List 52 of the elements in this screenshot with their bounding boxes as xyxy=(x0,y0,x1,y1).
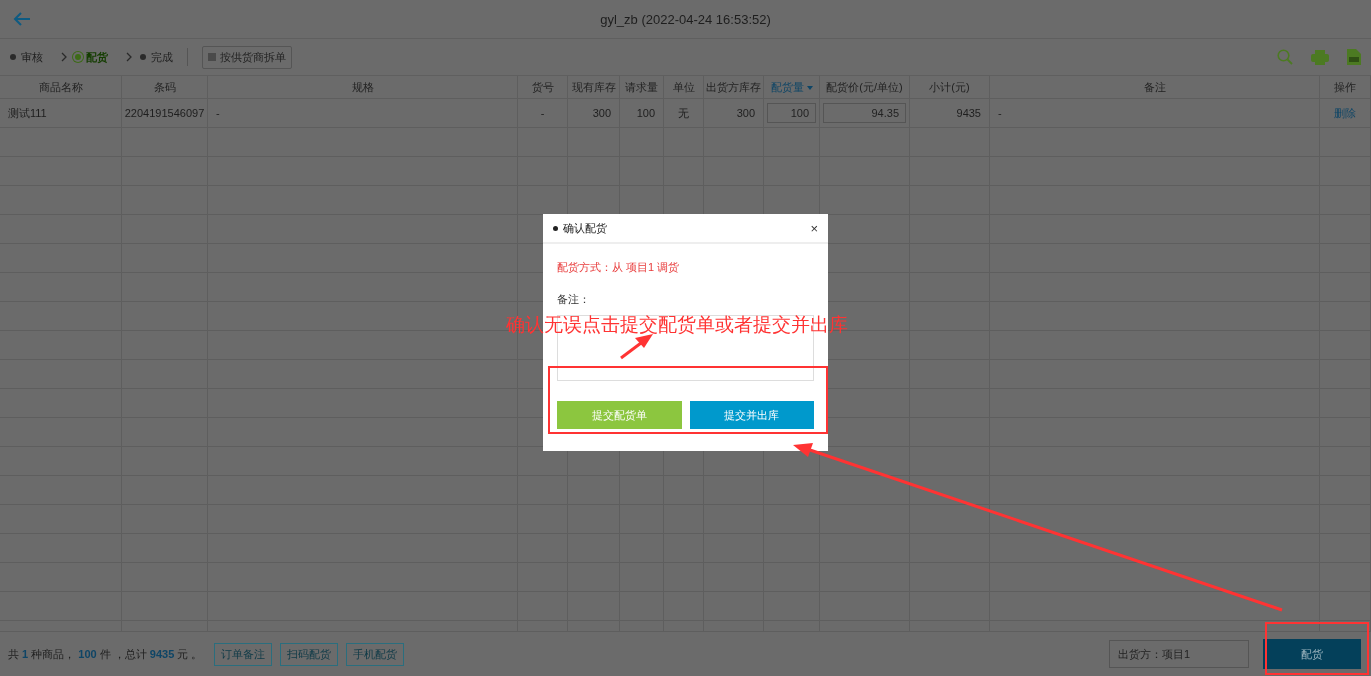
column-header: 货号 xyxy=(531,79,554,95)
step-item: 配货 xyxy=(75,49,108,65)
footer-button[interactable]: 手机配货 xyxy=(346,642,405,666)
sortable-column-header[interactable]: 配货量 xyxy=(770,79,813,95)
column-header: 配货价(元/单位) xyxy=(826,79,903,95)
order-summary: 共 1 种商品， 100 件 ，总计 9435 元 。 xyxy=(8,646,203,662)
search-icon[interactable] xyxy=(1277,49,1293,65)
footer-button[interactable]: 订单备注 xyxy=(214,642,273,666)
column-header: 条码 xyxy=(153,79,176,95)
step-item: 完成 xyxy=(140,49,173,65)
caret-icon xyxy=(806,85,813,90)
column-header: 单位 xyxy=(672,79,695,95)
table-cell: 100 xyxy=(636,107,655,119)
table-cell: 9435 xyxy=(956,107,981,119)
footer-button[interactable]: 扫码配货 xyxy=(280,642,339,666)
delete-link[interactable]: 删除 xyxy=(1334,105,1356,121)
quantity-input[interactable]: 100 xyxy=(767,103,816,123)
table-cell: 2204191546097 xyxy=(124,107,205,119)
source-field[interactable]: 出货方：项目1 xyxy=(1109,640,1249,668)
table-cell: 300 xyxy=(592,107,611,119)
method-text: 配货方式：从 项目1 调货 xyxy=(557,260,681,275)
annotation-arrow xyxy=(620,334,653,360)
step-item: 审核 xyxy=(10,49,43,65)
quantity-input[interactable]: 94.35 xyxy=(823,103,906,123)
column-header: 操作 xyxy=(1334,79,1356,95)
distribute-button[interactable]: 配货 xyxy=(1263,639,1361,669)
column-header: 小计(元) xyxy=(929,79,970,95)
back-arrow-icon[interactable] xyxy=(13,12,31,26)
column-header: 商品名称 xyxy=(38,79,83,95)
dialog-title: 确认配货 xyxy=(563,220,607,236)
column-header: 出货方库存 xyxy=(706,79,761,95)
printer-icon[interactable] xyxy=(1311,49,1329,65)
page-title: gyl_zb (2022-04-24 16:53:52) xyxy=(599,11,772,27)
column-header: 规格 xyxy=(351,79,374,95)
column-header: 备注 xyxy=(1143,79,1166,95)
split-by-supplier-checkbox[interactable]: 按供货商拆单 xyxy=(202,45,292,69)
chevron-icon xyxy=(126,52,132,62)
table-cell: 无 xyxy=(678,105,689,121)
note-label: 备注： xyxy=(557,292,591,307)
table-cell: 测试111 xyxy=(8,105,47,121)
table-cell: - xyxy=(216,107,220,119)
bullet-icon xyxy=(553,225,558,231)
column-header: 请求量 xyxy=(625,79,658,95)
table-cell: - xyxy=(998,107,1002,119)
close-button[interactable]: × xyxy=(808,220,820,236)
table-cell: 300 xyxy=(736,107,755,119)
submit-button[interactable]: 提交配货单 xyxy=(557,401,682,429)
column-header: 现有库存 xyxy=(571,79,616,95)
submit-button[interactable]: 提交并出库 xyxy=(689,401,814,429)
chevron-icon xyxy=(61,52,67,62)
table-cell: - xyxy=(540,107,545,119)
spreadsheet-file-icon[interactable] xyxy=(1347,49,1361,65)
